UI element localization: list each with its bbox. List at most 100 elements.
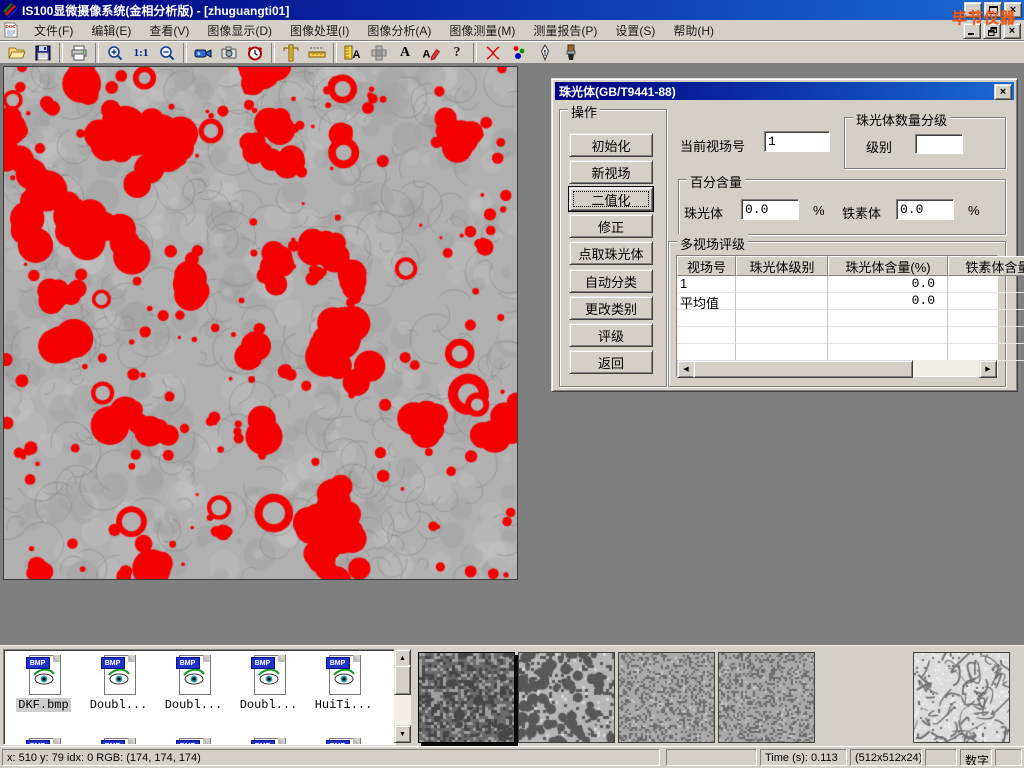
bmp-file-icon: BMP	[26, 655, 62, 695]
vscroll-thumb[interactable]	[394, 665, 411, 695]
help-button[interactable]: ?	[444, 42, 470, 63]
op-button-6[interactable]: 更改类别	[569, 296, 653, 320]
curve-tool-button[interactable]	[480, 42, 506, 63]
menu-item-9[interactable]: 帮助(H)	[664, 20, 723, 41]
actual-size-button[interactable]: 1:1	[128, 42, 154, 63]
menu-items: 文件(F)编辑(E)查看(V)图像显示(D)图像处理(I)图像分析(A)图像测量…	[25, 20, 723, 41]
video-camera-button[interactable]	[190, 42, 216, 63]
table-row-4[interactable]	[677, 344, 997, 361]
table-header-2[interactable]: 珠光体含量(%)	[828, 256, 948, 276]
annotate-button[interactable]: A	[418, 42, 444, 63]
bmp-file-icon: BMP	[101, 738, 137, 745]
image-thumbnail-4[interactable]	[718, 652, 815, 743]
measure-text-button[interactable]: A	[340, 42, 366, 63]
op-button-8[interactable]: 返回	[569, 350, 653, 374]
table-cell	[948, 293, 1024, 310]
image-thumbnail-3[interactable]	[618, 652, 715, 743]
zoom-in-button[interactable]	[102, 42, 128, 63]
file-item-Doubl...[interactable]: BMPDoubl...	[231, 652, 306, 712]
current-field-input[interactable]: 1	[764, 131, 830, 152]
photo-camera-button[interactable]	[216, 42, 242, 63]
caliper-button[interactable]	[278, 42, 304, 63]
table-header-1[interactable]: 珠光体级别	[736, 256, 828, 276]
table-row-1[interactable]: 平均值0.0	[677, 293, 997, 310]
bmp-badge: BMP	[251, 657, 275, 669]
bmp-badge: BMP	[326, 740, 350, 745]
table-cell	[736, 276, 828, 293]
image-thumbnail-1[interactable]	[418, 652, 515, 743]
ruler-button[interactable]	[304, 42, 330, 63]
svg-text:A: A	[423, 48, 431, 60]
file-item-partial-3[interactable]: BMP	[231, 735, 306, 745]
open-folder-button[interactable]	[4, 42, 30, 63]
open-folder-icon	[8, 44, 26, 62]
bmp-file-icon: BMP	[326, 655, 362, 695]
status-empty-3	[995, 749, 1022, 766]
op-button-0[interactable]: 初始化	[569, 133, 653, 157]
hscroll-thumb[interactable]	[693, 360, 913, 378]
rating-table-body: 10.0平均值0.0	[677, 276, 997, 361]
file-item-Doubl...[interactable]: BMPDoubl...	[156, 652, 231, 712]
bmp-badge: BMP	[176, 740, 200, 745]
zoom-out-button[interactable]	[154, 42, 180, 63]
pearlite-percent-input[interactable]: 0.0	[741, 199, 799, 220]
menu-item-6[interactable]: 图像测量(M)	[440, 20, 524, 41]
image-thumbnail-5[interactable]	[913, 652, 1010, 743]
image-thumbnail-2[interactable]	[518, 652, 615, 743]
pen-tool-button[interactable]	[532, 42, 558, 63]
op-button-7[interactable]: 评级	[569, 323, 653, 347]
table-hscrollbar[interactable]: ◀ ▶	[677, 360, 997, 376]
menu-item-3[interactable]: 图像显示(D)	[198, 20, 281, 41]
op-button-1[interactable]: 新视场	[569, 160, 653, 184]
toolbar-separator	[183, 43, 187, 63]
scroll-right-icon[interactable]: ▶	[979, 360, 997, 378]
table-header-3[interactable]: 铁素体含量(%)	[948, 256, 1024, 276]
file-item-partial-4[interactable]: BMP	[306, 735, 381, 745]
timer-clock-button[interactable]	[242, 42, 268, 63]
file-item-HuiTi...[interactable]: BMPHuiTi...	[306, 652, 381, 712]
menu-item-0[interactable]: 文件(F)	[25, 20, 82, 41]
rating-table[interactable]: 视场号珠光体级别珠光体含量(%)铁素体含量(%) 10.0平均值0.0 ◀ ▶	[676, 255, 998, 377]
pattern-grid-button[interactable]	[366, 42, 392, 63]
dialog-close-button[interactable]: ×	[994, 84, 1012, 100]
brush-tool-button[interactable]	[558, 42, 584, 63]
menu-item-8[interactable]: 设置(S)	[606, 20, 664, 41]
table-row-0[interactable]: 10.0	[677, 276, 997, 293]
table-cell	[736, 293, 828, 310]
op-button-3[interactable]: 修正	[569, 214, 653, 238]
micrograph-image[interactable]	[3, 66, 518, 580]
scroll-down-icon[interactable]: ▼	[394, 725, 411, 743]
file-item-Doubl...[interactable]: BMPDoubl...	[81, 652, 156, 712]
menu-item-7[interactable]: 测量报告(P)	[524, 20, 606, 41]
timer-clock-icon	[246, 44, 264, 62]
pearlite-percent-sign: %	[813, 203, 825, 218]
menu-item-1[interactable]: 编辑(E)	[82, 20, 140, 41]
menu-item-4[interactable]: 图像处理(I)	[281, 20, 358, 41]
file-list[interactable]: BMPDKF.bmpBMPDoubl...BMPDoubl...BMPDoubl…	[3, 649, 396, 745]
table-row-3[interactable]	[677, 327, 997, 344]
op-button-2[interactable]: 二值化	[569, 187, 653, 211]
table-header-0[interactable]: 视场号	[677, 256, 736, 276]
bmp-badge: BMP	[101, 657, 125, 669]
file-item-partial-2[interactable]: BMP	[156, 735, 231, 745]
save-button[interactable]	[30, 42, 56, 63]
table-row-2[interactable]	[677, 310, 997, 327]
op-button-4[interactable]: 点取珠光体	[569, 241, 653, 265]
file-item-partial-1[interactable]: BMP	[81, 735, 156, 745]
current-field-label: 当前视场号	[680, 136, 745, 155]
ferrite-percent-input[interactable]: 0.0	[896, 199, 954, 220]
menu-item-2[interactable]: 查看(V)	[140, 20, 198, 41]
file-list-scrollbar[interactable]: ▲ ▼	[394, 649, 411, 743]
level-input[interactable]	[915, 134, 963, 154]
phase-particles-button[interactable]	[506, 42, 532, 63]
bmp-file-icon: BMP	[176, 738, 212, 745]
text-label-icon: A	[400, 45, 410, 61]
file-item-partial-0[interactable]: BMP	[6, 735, 81, 745]
menu-item-5[interactable]: 图像分析(A)	[358, 20, 440, 41]
op-button-5[interactable]: 自动分类	[569, 269, 653, 293]
file-item-DKF.bmp[interactable]: BMPDKF.bmp	[6, 652, 81, 712]
dialog-titlebar[interactable]: 珠光体(GB/T9441-88)	[555, 82, 1014, 100]
table-cell	[828, 327, 948, 344]
print-button[interactable]	[66, 42, 92, 63]
text-label-button[interactable]: A	[392, 42, 418, 63]
